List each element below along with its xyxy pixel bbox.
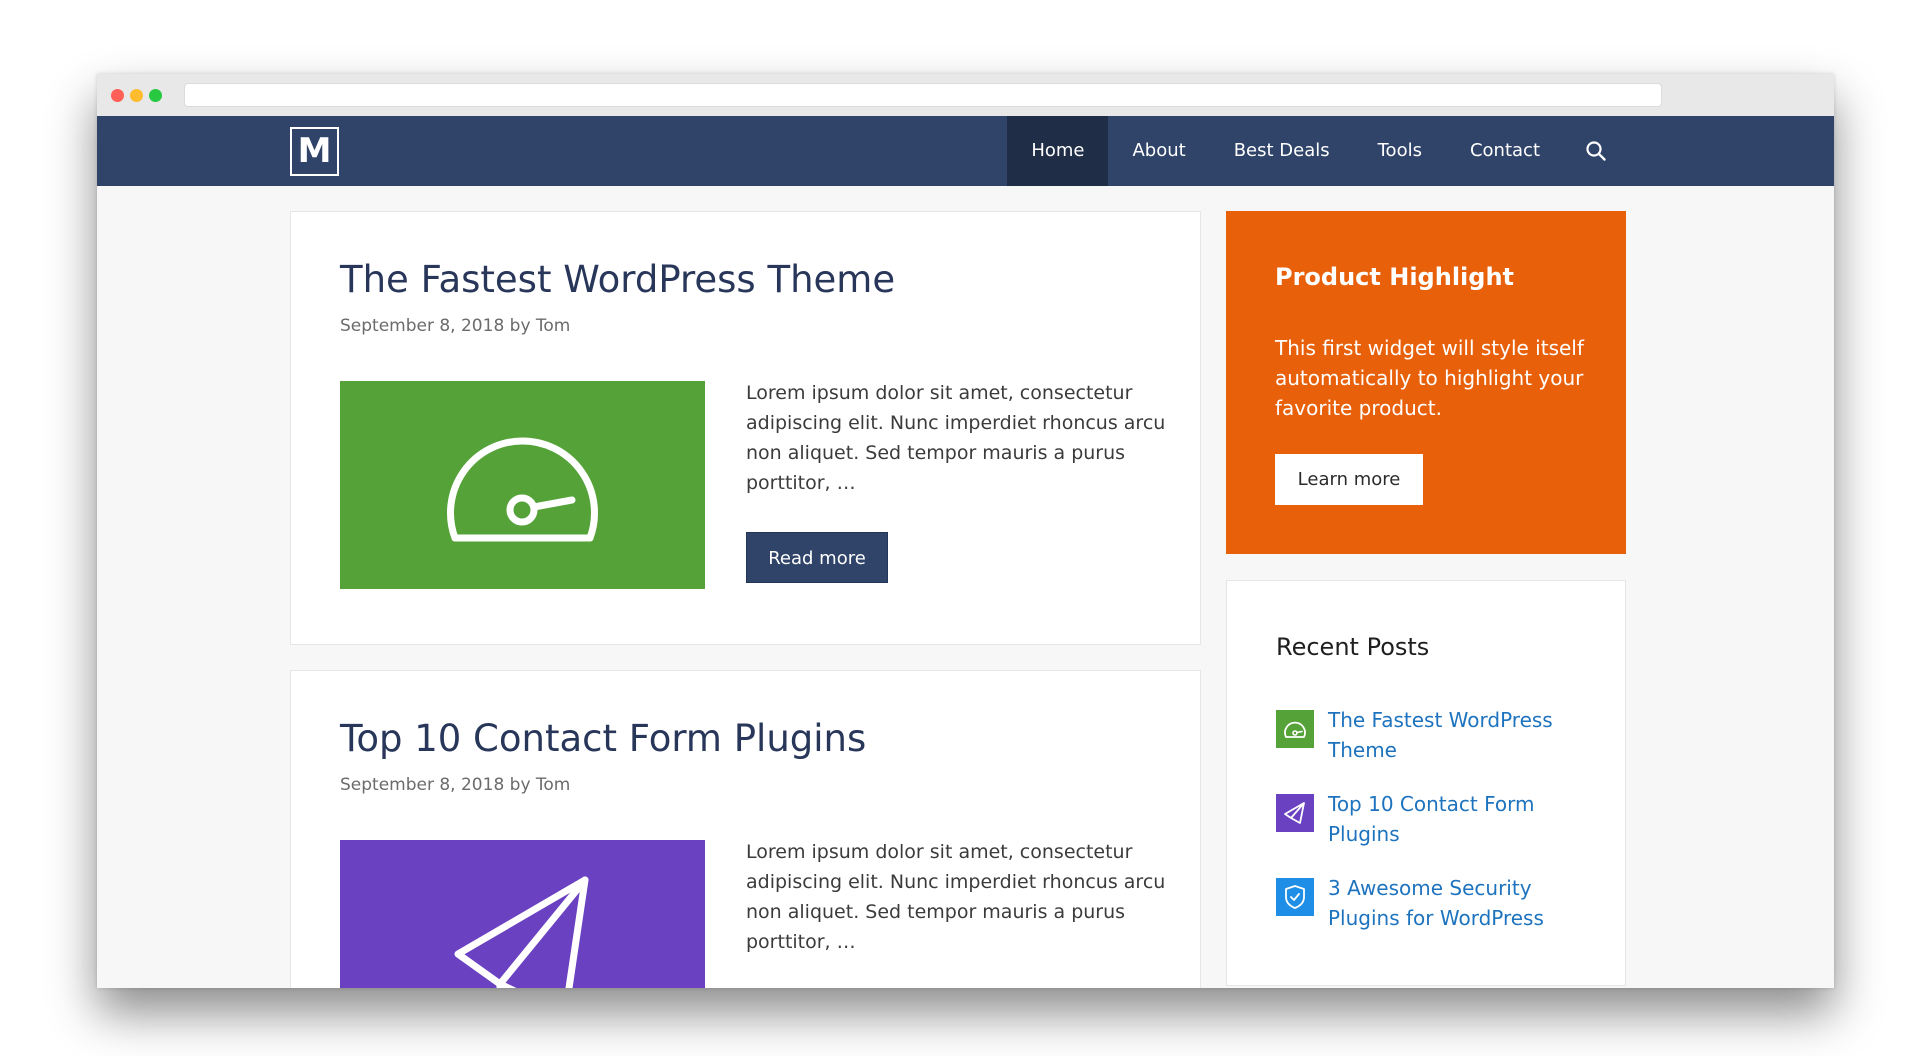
widget-text: This first widget will style itself auto… bbox=[1275, 336, 1584, 420]
recent-post-link[interactable]: Top 10 Contact Form Plugins bbox=[1328, 789, 1598, 849]
minimize-window-dot[interactable] bbox=[130, 89, 143, 102]
maximize-window-dot[interactable] bbox=[149, 89, 162, 102]
post-excerpt: Lorem ipsum dolor sit amet, consectetur … bbox=[746, 382, 1166, 494]
site-logo[interactable]: M bbox=[290, 127, 339, 176]
widget-title: Recent Posts bbox=[1276, 633, 1430, 661]
nav-item-contact[interactable]: Contact bbox=[1446, 116, 1564, 186]
post-meta: September 8, 2018 by Tom bbox=[340, 316, 571, 336]
post-title[interactable]: Top 10 Contact Form Plugins bbox=[340, 717, 866, 760]
site-header: M Home About Best Deals Tools Contact bbox=[97, 116, 1834, 186]
speedometer-icon bbox=[447, 437, 598, 542]
learn-more-button[interactable]: Learn more bbox=[1275, 454, 1423, 505]
speedometer-icon[interactable] bbox=[1276, 710, 1314, 748]
nav-item-about[interactable]: About bbox=[1108, 116, 1209, 186]
post-meta: September 8, 2018 by Tom bbox=[340, 775, 571, 795]
paper-plane-icon[interactable] bbox=[1276, 794, 1314, 832]
post-thumbnail[interactable] bbox=[340, 381, 705, 589]
nav-item-tools[interactable]: Tools bbox=[1354, 116, 1446, 186]
search-icon bbox=[1586, 141, 1606, 161]
nav-item-best-deals[interactable]: Best Deals bbox=[1210, 116, 1354, 186]
post-card: Top 10 Contact Form Plugins September 8,… bbox=[290, 670, 1201, 988]
shield-icon[interactable] bbox=[1276, 878, 1314, 916]
search-button[interactable] bbox=[1564, 116, 1628, 186]
browser-chrome bbox=[97, 74, 1834, 116]
post-thumbnail[interactable] bbox=[340, 840, 705, 988]
recent-post-link[interactable]: 3 Awesome Security Plugins for WordPress bbox=[1328, 873, 1598, 933]
recent-posts-widget: Recent Posts The Fastest WordPress Theme… bbox=[1226, 580, 1626, 986]
close-window-dot[interactable] bbox=[111, 89, 124, 102]
recent-post-link[interactable]: The Fastest WordPress Theme bbox=[1328, 705, 1598, 765]
read-more-button[interactable]: Read more bbox=[746, 532, 888, 583]
address-bar[interactable] bbox=[184, 83, 1662, 107]
main-navigation: Home About Best Deals Tools Contact bbox=[1007, 116, 1628, 186]
widget-title: Product Highlight bbox=[1275, 263, 1515, 291]
browser-window: M Home About Best Deals Tools Contact Th… bbox=[97, 74, 1834, 988]
nav-item-home[interactable]: Home bbox=[1007, 116, 1109, 186]
post-excerpt: Lorem ipsum dolor sit amet, consectetur … bbox=[746, 841, 1166, 953]
product-highlight-widget: Product Highlight This first widget will… bbox=[1226, 211, 1626, 554]
post-title[interactable]: The Fastest WordPress Theme bbox=[340, 258, 895, 301]
post-card: The Fastest WordPress Theme September 8,… bbox=[290, 211, 1201, 645]
paper-plane-icon bbox=[454, 876, 589, 988]
